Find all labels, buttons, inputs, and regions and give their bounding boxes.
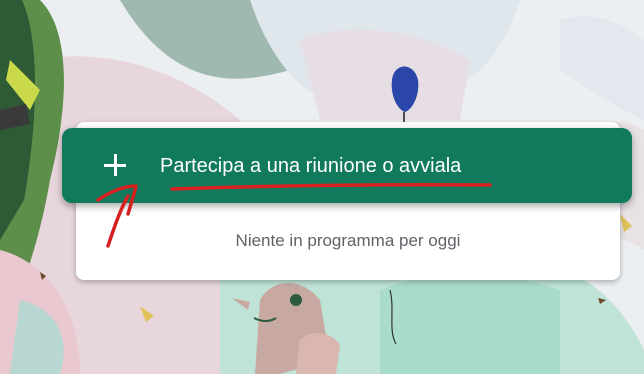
plus-icon[interactable]	[104, 154, 126, 176]
join-or-start-meeting-label[interactable]: Partecipa a una riunione o avviala	[160, 153, 580, 179]
no-meetings-today-text: Niente in programma per oggi	[235, 231, 461, 250]
